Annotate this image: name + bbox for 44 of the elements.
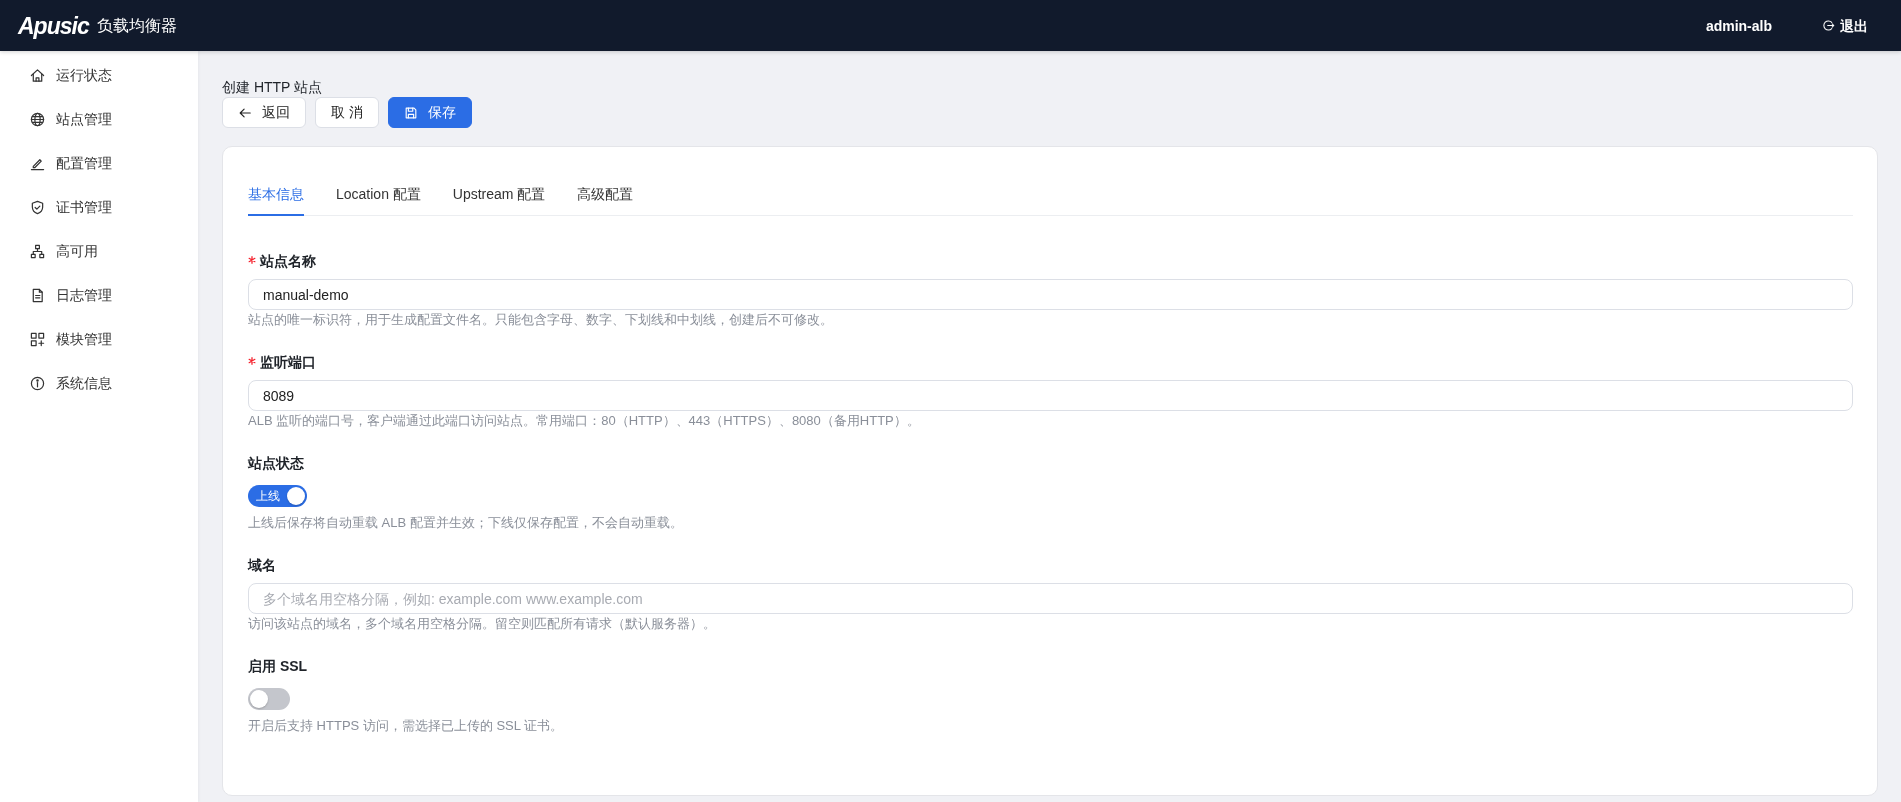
cancel-button[interactable]: 取 消	[315, 97, 379, 128]
tab[interactable]: Location 配置	[336, 174, 421, 216]
home-icon	[30, 67, 45, 83]
help-text: 站点的唯一标识符，用于生成配置文件名。只能包含字母、数字、下划线和中划线，创建后不可修改。	[248, 311, 834, 329]
sidebar-item[interactable]: 运行状态	[0, 55, 198, 95]
document-icon	[30, 287, 45, 303]
back-button[interactable]: 返回	[222, 97, 306, 128]
product-name: 负载均衡器	[96, 15, 177, 36]
page-title: 创建 HTTP 站点	[222, 78, 323, 97]
sidebar-item[interactable]: 日志管理	[0, 275, 198, 315]
tab[interactable]: Upstream 配置	[452, 174, 546, 216]
info-icon	[30, 375, 45, 391]
save-icon	[403, 105, 418, 120]
tab[interactable]: 高级配置	[577, 174, 634, 216]
sidebar-item[interactable]: 模块管理	[0, 319, 198, 359]
input-field[interactable]: 8089	[248, 380, 1853, 411]
field-label: 监听端口	[260, 353, 316, 372]
help-text: 开启后支持 HTTPS 访问，需选择已上传的 SSL 证书。	[248, 717, 565, 735]
hierarchy-icon	[30, 243, 45, 259]
input-field[interactable]: manual-demo	[248, 279, 1853, 310]
toggle-switch[interactable]: 上线	[248, 485, 307, 507]
field-label: 站点名称	[260, 252, 316, 271]
help-text: 上线后保存将自动重载 ALB 配置并生效；下线仅保存配置，不会自动重载。	[248, 514, 684, 532]
sidebar-item[interactable]: 证书管理	[0, 187, 198, 227]
help-text: 访问该站点的域名，多个域名用空格分隔。留空则匹配所有请求（默认服务器）。	[248, 615, 717, 633]
field-label: 启用 SSL	[248, 657, 308, 676]
globe-icon	[30, 111, 45, 127]
logo-text: Apusic	[18, 11, 89, 40]
sidebar-item[interactable]: 系统信息	[0, 363, 198, 403]
sidebar-item[interactable]: 配置管理	[0, 143, 198, 183]
input-field[interactable]: 多个域名用空格分隔，例如: example.com www.example.com	[248, 583, 1853, 614]
toggle-switch[interactable]	[248, 688, 290, 710]
sidebar-item[interactable]: 站点管理	[0, 99, 198, 139]
save-button[interactable]: 保存	[387, 97, 472, 128]
username-text: admin-alb	[1705, 16, 1772, 36]
logout-button[interactable]: 退出	[1822, 15, 1868, 36]
shield-check-icon	[30, 199, 45, 215]
sidebar-item[interactable]: 高可用	[0, 231, 198, 271]
help-text: ALB 监听的端口号，客户端通过此端口访问站点。常用端口：80（HTTP）、443（HTTPS）、8080（备用HTTP）。	[248, 412, 921, 430]
field-label: 站点状态	[248, 454, 304, 473]
tab[interactable]: 基本信息	[248, 174, 304, 216]
field-label: 域名	[248, 556, 276, 575]
logout-icon	[1822, 19, 1835, 32]
grid-icon	[30, 331, 45, 347]
